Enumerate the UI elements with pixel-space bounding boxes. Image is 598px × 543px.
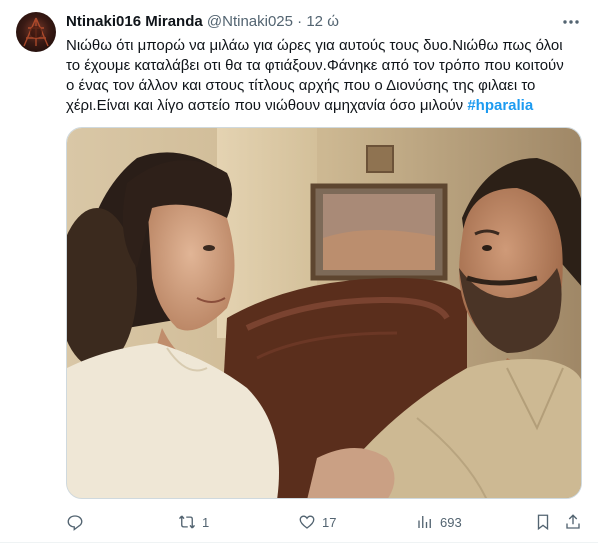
views-count: 693 [440, 514, 462, 530]
retweet-icon [178, 515, 196, 529]
more-horizontal-icon [563, 20, 579, 24]
tweet-text-line: χέρι.Είναι και λίγο αστείο που νιώθουν α… [66, 96, 586, 116]
retweet-button[interactable]: 1 [178, 509, 209, 535]
tweet-media-photo[interactable] [66, 127, 582, 499]
heart-icon [299, 515, 315, 529]
like-count: 17 [322, 514, 337, 530]
views-icon [418, 516, 431, 528]
avatar-image [23, 17, 49, 47]
reply-icon [67, 515, 83, 531]
separator-dot: · [297, 13, 303, 30]
views-button[interactable]: 693 [416, 509, 462, 535]
hashtag-link[interactable]: #hparalia [467, 97, 533, 114]
timestamp[interactable]: 12 ώ [306, 13, 339, 30]
tweet-text-line-content: χέρι.Είναι και λίγο αστείο που νιώθουν α… [66, 97, 468, 114]
photo-scene [67, 128, 581, 498]
tweet[interactable]: Ntinaki016 Miranda @Ntinaki025 · 12 ώ Νι… [0, 0, 598, 543]
tweet-text-line: Νιώθω ότι μπορώ να μιλάω για ώρες για αυ… [66, 37, 563, 54]
display-name[interactable]: Ntinaki016 Miranda [66, 13, 203, 30]
share-icon [566, 514, 580, 529]
reply-button[interactable] [66, 509, 90, 535]
tweet-text-line: το έχουμε καταλάβει οτι θα τα φτιάξουν.Φ… [66, 57, 564, 74]
user-handle[interactable]: @Ntinaki025 [207, 13, 293, 30]
avatar[interactable] [16, 12, 56, 52]
tweet-header: Ntinaki016 Miranda @Ntinaki025 · 12 ώ [66, 12, 582, 32]
tweet-text: Νιώθω ότι μπορώ να μιλάω για ώρες για αυ… [66, 36, 586, 116]
share-button[interactable] [564, 509, 582, 535]
like-button[interactable]: 17 [298, 509, 336, 535]
tweet-text-line: ο ένας τον άλλον και στους τίτλους αρχής… [66, 77, 536, 94]
retweet-count: 1 [202, 514, 210, 530]
more-icon[interactable] [560, 12, 582, 32]
bookmark-button[interactable] [534, 509, 552, 535]
tweet-actions: 1 17 693 [66, 509, 582, 535]
bookmark-icon [537, 514, 549, 531]
